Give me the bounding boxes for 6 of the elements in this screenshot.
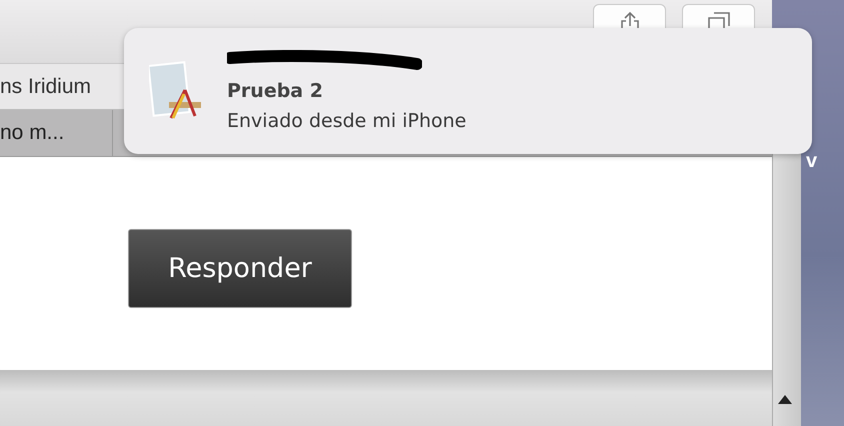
reply-button[interactable]: Responder [128, 229, 352, 308]
tab-label[interactable]: ns Iridium [0, 74, 92, 98]
notification-subject: Prueba 2 [227, 80, 324, 102]
notification-banner[interactable]: Prueba 2 Enviado desde mi iPhone [124, 28, 812, 154]
message-row-label[interactable]: no m... [0, 110, 113, 156]
notification-preview: Enviado desde mi iPhone [227, 110, 466, 132]
